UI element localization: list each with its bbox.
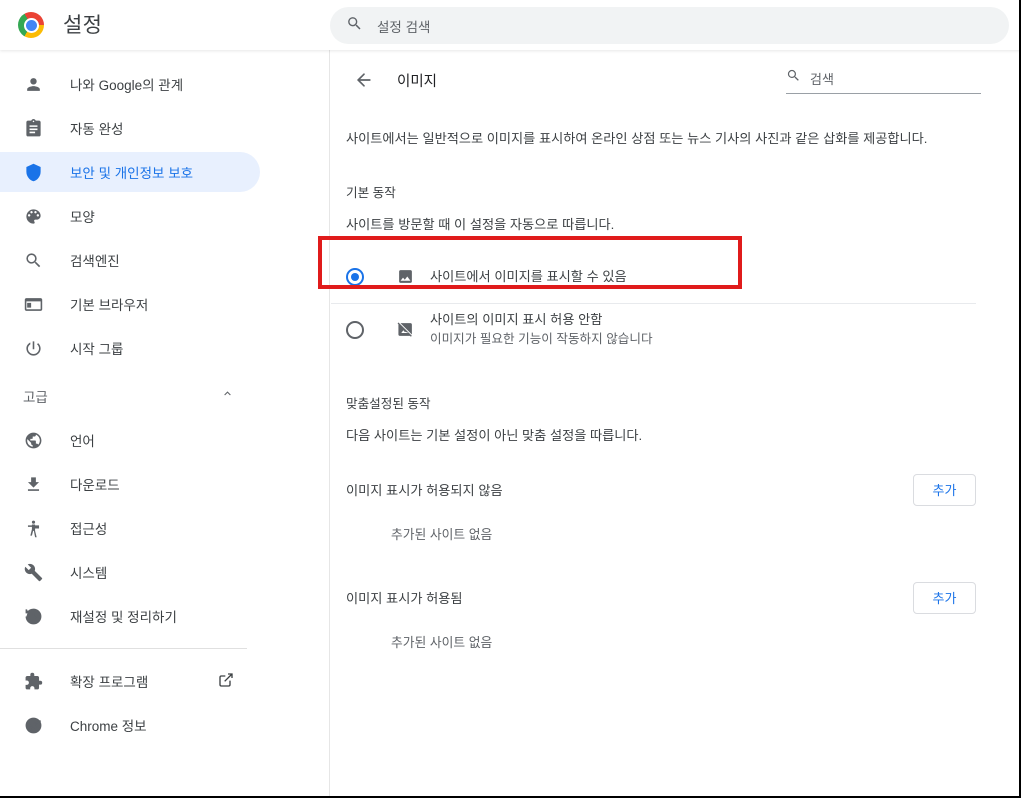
custom-group-empty-text: 추가된 사이트 없음 [391, 526, 493, 542]
sidebar-item-extensions[interactable]: 확장 프로그램 [0, 661, 329, 701]
chrome-logo-icon [18, 12, 44, 38]
sidebar-item-label: Chrome 정보 [70, 719, 147, 734]
browser-window-icon [23, 294, 43, 314]
chevron-up-icon [221, 387, 234, 405]
sidebar-item-appearance[interactable]: 모양 [0, 196, 329, 236]
sidebar-item-label: 기본 브라우저 [70, 298, 149, 313]
custom-group-allowed: 이미지 표시가 허용됨 추가 추가된 사이트 없음 [331, 572, 1019, 651]
top-header-bar: 설정 설정 검색 [0, 0, 1019, 50]
section-search-input[interactable]: 검색 [786, 68, 981, 94]
radio-option-sublabel: 이미지가 필요한 기능이 작동하지 않습니다 [430, 332, 653, 347]
default-behavior-subtitle: 사이트를 방문할 때 이 설정을 자동으로 따릅니다. [346, 216, 615, 232]
default-behavior-title: 기본 동작 [346, 185, 396, 200]
arrow-left-icon[interactable] [351, 67, 377, 93]
sidebar-item-accessibility[interactable]: 접근성 [0, 508, 329, 548]
sidebar-item-autofill[interactable]: 자동 완성 [0, 108, 329, 148]
sidebar-item-reset-cleanup[interactable]: 재설정 및 정리하기 [0, 596, 329, 636]
section-search-placeholder: 검색 [810, 71, 834, 87]
custom-group-header: 이미지 표시가 허용되지 않음 추가 [331, 464, 1019, 516]
sidebar-item-label: 나와 Google의 관계 [70, 78, 184, 93]
sidebar-item-label: 언어 [70, 434, 95, 449]
palette-icon [23, 206, 43, 226]
main-header: 이미지 검색 [331, 50, 1019, 110]
radio-button-selected[interactable] [346, 267, 364, 286]
custom-group-label: 이미지 표시가 허용됨 [346, 591, 463, 607]
custom-group-header: 이미지 표시가 허용됨 추가 [331, 572, 1019, 624]
sidebar-item-label: 다운로드 [70, 478, 120, 493]
chrome-outline-icon [23, 715, 43, 735]
search-icon [786, 68, 801, 88]
sidebar-item-label: 시작 그룹 [70, 342, 124, 357]
download-icon [23, 474, 43, 494]
radio-option-text: 사이트에서 이미지를 표시할 수 있음 [430, 268, 627, 286]
clipboard-icon [23, 118, 43, 138]
global-search-placeholder: 설정 검색 [377, 19, 431, 35]
custom-group-label: 이미지 표시가 허용되지 않음 [346, 483, 503, 499]
wrench-icon [23, 562, 43, 582]
image-icon [396, 268, 414, 286]
sidebar-item-search-engine[interactable]: 검색엔진 [0, 240, 329, 280]
sidebar-item-label: 보안 및 개인정보 보호 [70, 166, 194, 181]
global-settings-search[interactable]: 설정 검색 [330, 7, 1009, 44]
add-site-button[interactable]: 추가 [913, 581, 976, 614]
sidebar-section-label: 고급 [23, 390, 48, 405]
custom-behavior-title: 맞춤설정된 동작 [346, 396, 431, 411]
sidebar-item-label: 시스템 [70, 566, 108, 581]
sidebar-divider [0, 648, 247, 649]
person-icon [23, 74, 43, 94]
sidebar-item-label: 재설정 및 정리하기 [70, 610, 177, 625]
sidebar-item-label: 검색엔진 [70, 254, 120, 269]
settings-page: 설정 설정 검색 나와 Google의 관계 자동 완성 보안 및 개인정보 보… [0, 0, 1021, 798]
history-restore-icon [23, 606, 43, 626]
search-icon [346, 15, 363, 37]
sidebar-item-label: 접근성 [70, 522, 108, 537]
custom-behavior-subtitle: 다음 사이트는 기본 설정이 아닌 맞춤 설정을 따릅니다. [346, 427, 643, 443]
power-icon [23, 338, 43, 358]
puzzle-icon [23, 671, 43, 691]
radio-option-block-images[interactable]: 사이트의 이미지 표시 허용 안함 이미지가 필요한 기능이 작동하지 않습니다 [331, 304, 1019, 356]
sidebar-item-label: 자동 완성 [70, 122, 124, 137]
sidebar-item-languages[interactable]: 언어 [0, 420, 329, 460]
radio-option-allow-images[interactable]: 사이트에서 이미지를 표시할 수 있음 [331, 251, 1019, 303]
open-in-new-icon[interactable] [218, 672, 234, 693]
sidebar-item-on-startup[interactable]: 시작 그룹 [0, 328, 329, 368]
custom-group-not-allowed: 이미지 표시가 허용되지 않음 추가 추가된 사이트 없음 [331, 464, 1019, 543]
shield-icon [23, 162, 43, 182]
sidebar-item-privacy-security[interactable]: 보안 및 개인정보 보호 [0, 152, 260, 192]
sidebar-nav: 나와 Google의 관계 자동 완성 보안 및 개인정보 보호 모양 검색엔진 [0, 50, 330, 796]
sidebar-item-label: 모양 [70, 210, 95, 225]
radio-button-unselected[interactable] [346, 320, 364, 339]
sidebar-item-downloads[interactable]: 다운로드 [0, 464, 329, 504]
sidebar-item-default-browser[interactable]: 기본 브라우저 [0, 284, 329, 324]
radio-option-label: 사이트의 이미지 표시 허용 안함 [430, 312, 603, 328]
globe-icon [23, 430, 43, 450]
radio-option-label: 사이트에서 이미지를 표시할 수 있음 [430, 268, 627, 284]
page-description: 사이트에서는 일반적으로 이미지를 표시하여 온라인 상점 또는 뉴스 기사의 … [346, 131, 928, 146]
image-off-icon [396, 321, 414, 339]
search-icon [23, 250, 43, 270]
sidebar-item-system[interactable]: 시스템 [0, 552, 329, 592]
sidebar-item-google-account[interactable]: 나와 Google의 관계 [0, 64, 329, 104]
app-title: 설정 [63, 14, 103, 37]
page-title: 이미지 [397, 73, 438, 90]
sidebar-item-label: 확장 프로그램 [70, 675, 149, 690]
main-content-panel: 이미지 검색 사이트에서는 일반적으로 이미지를 표시하여 온라인 상점 또는 … [331, 50, 1019, 796]
custom-group-empty-text: 추가된 사이트 없음 [391, 634, 493, 650]
sidebar-item-about-chrome[interactable]: Chrome 정보 [0, 705, 329, 745]
add-site-button[interactable]: 추가 [913, 473, 976, 506]
accessibility-icon [23, 518, 43, 538]
sidebar-section-advanced[interactable]: 고급 [0, 376, 329, 416]
radio-option-text: 사이트의 이미지 표시 허용 안함 이미지가 필요한 기능이 작동하지 않습니다 [430, 311, 653, 348]
default-behavior-radio-group: 사이트에서 이미지를 표시할 수 있음 사이트의 이미지 표시 허용 안함 이미… [331, 251, 1019, 356]
